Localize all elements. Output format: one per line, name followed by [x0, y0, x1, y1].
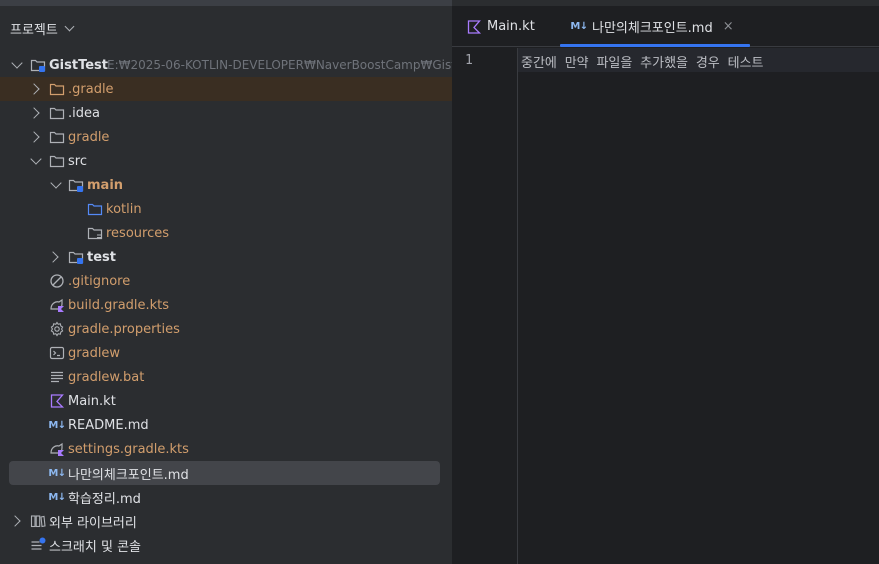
chevron-down-icon[interactable] — [50, 177, 62, 189]
chevron-down-icon[interactable] — [11, 57, 23, 69]
kotlin-file-icon — [49, 393, 65, 409]
gradle-kotlin-icon — [49, 297, 65, 313]
tree-item-gradlew-bat[interactable]: gradlew.bat — [0, 365, 452, 389]
tree-item-gradle[interactable]: gradle — [0, 125, 452, 149]
line-number-gutter: 1 — [452, 48, 518, 564]
editor-area: Main.kt M↓ 나만의체크포인트.md × 1 중간에 만약 파일을 추가… — [452, 6, 879, 564]
gradle-kotlin-icon — [49, 441, 65, 457]
gear-icon — [49, 321, 65, 337]
chevron-right-icon[interactable] — [28, 107, 40, 119]
folder-icon — [49, 105, 65, 121]
chevron-right-icon[interactable] — [28, 131, 40, 143]
tab-label: Main.kt — [487, 19, 535, 34]
tree-item-study-notes-md[interactable]: M↓ 학습정리.md — [0, 485, 452, 509]
source-set-folder-icon — [68, 249, 84, 265]
folder-icon — [49, 129, 65, 145]
tree-root-gisttest[interactable]: GistTest E:₩2025-06-KOTLIN-DEVELOPER₩Nav… — [0, 53, 469, 77]
tree-item-label: test — [87, 249, 116, 265]
tree-item-label: gradlew.bat — [68, 369, 145, 385]
library-icon — [30, 513, 46, 529]
tree-item-build-gradle-kts[interactable]: build.gradle.kts — [0, 293, 452, 317]
tree-item-kotlin[interactable]: kotlin — [0, 197, 452, 221]
tree-item-label: .idea — [68, 105, 100, 121]
tab-checkpoint-md[interactable]: M↓ 나만의체크포인트.md × — [560, 6, 750, 47]
folder-icon — [49, 81, 65, 97]
tree-item-gradle-properties[interactable]: gradle.properties — [0, 317, 452, 341]
tree-item-label: gradle.properties — [68, 321, 180, 337]
markdown-icon: M↓ — [570, 21, 588, 32]
tree-item-label: README.md — [68, 417, 149, 433]
project-panel: 프로젝트 GistTest E:₩2025-06-KOTLIN-DEVELOPE… — [0, 6, 469, 564]
tree-item-test[interactable]: test — [0, 245, 452, 269]
project-path: E:₩2025-06-KOTLIN-DEVELOPER₩NaverBoostCa… — [107, 58, 469, 72]
tree-item-label: build.gradle.kts — [68, 297, 170, 313]
markdown-icon: M↓ — [48, 491, 66, 503]
close-icon[interactable]: × — [723, 19, 734, 34]
markdown-icon: M↓ — [48, 467, 66, 479]
tree-item-gitignore[interactable]: .gitignore — [0, 269, 452, 293]
tab-main-kt[interactable]: Main.kt — [466, 6, 546, 47]
terminal-icon — [49, 345, 65, 361]
editor-tab-bar: Main.kt M↓ 나만의체크포인트.md × — [452, 6, 879, 47]
module-folder-icon — [30, 57, 46, 73]
tree-item-dot-gradle[interactable]: .gradle — [0, 77, 452, 101]
project-panel-title: 프로젝트 — [10, 22, 58, 38]
tree-item-readme-md[interactable]: M↓ README.md — [0, 413, 452, 437]
tree-item-label: .gradle — [68, 81, 114, 97]
chevron-down-icon — [64, 21, 75, 31]
chevron-right-icon[interactable] — [28, 83, 40, 95]
tree-item-label: gradle — [68, 129, 110, 145]
line-number: 1 — [465, 53, 473, 68]
tree-item-label: GistTest — [49, 57, 108, 73]
tree-item-main-kt[interactable]: Main.kt — [0, 389, 452, 413]
project-panel-header[interactable]: 프로젝트 — [10, 18, 75, 38]
tree-item-external-libraries[interactable]: 외부 라이브러리 — [0, 509, 452, 533]
tree-item-label: 스크래치 및 콘솔 — [49, 539, 141, 555]
tab-label: 나만의체크포인트.md — [592, 21, 713, 36]
kotlin-file-icon — [466, 19, 482, 35]
source-folder-icon — [87, 201, 103, 217]
tree-item-gradlew[interactable]: gradlew — [0, 341, 452, 365]
tree-item-label: 외부 라이브러리 — [49, 515, 137, 531]
scratches-icon — [30, 537, 46, 553]
folder-icon — [49, 153, 65, 169]
tree-item-label: main — [87, 177, 124, 193]
markdown-icon: M↓ — [48, 419, 66, 431]
tree-item-idea[interactable]: .idea — [0, 101, 452, 125]
resources-folder-icon — [87, 225, 103, 241]
tree-item-checkpoint-md[interactable]: M↓ 나만의체크포인트.md — [9, 461, 440, 485]
tree-item-main[interactable]: main — [0, 173, 452, 197]
chevron-right-icon[interactable] — [47, 251, 59, 263]
tree-item-label: .gitignore — [68, 273, 131, 289]
tree-item-settings-gradle-kts[interactable]: settings.gradle.kts — [0, 437, 452, 461]
tree-item-label: Main.kt — [68, 393, 116, 409]
tree-item-label: 학습정리.md — [68, 491, 141, 507]
chevron-down-icon[interactable] — [30, 153, 42, 165]
ignore-file-icon — [49, 273, 65, 289]
chevron-right-icon[interactable] — [9, 515, 21, 527]
tree-item-label: src — [68, 153, 87, 169]
tree-item-label: 나만의체크포인트.md — [68, 467, 189, 483]
tree-item-src[interactable]: src — [0, 149, 452, 173]
tree-item-label: resources — [106, 225, 170, 241]
editor-text-line[interactable]: 중간에 만약 파일을 추가했을 경우 테스트 — [521, 52, 763, 71]
tree-item-label: settings.gradle.kts — [68, 441, 189, 457]
source-set-folder-icon — [68, 177, 84, 193]
text-file-icon — [49, 369, 65, 385]
tree-item-label: kotlin — [106, 201, 142, 217]
tree-item-resources[interactable]: resources — [0, 221, 452, 245]
tree-item-scratches-and-consoles[interactable]: 스크래치 및 콘솔 — [0, 533, 452, 557]
tree-item-label: gradlew — [68, 345, 121, 361]
